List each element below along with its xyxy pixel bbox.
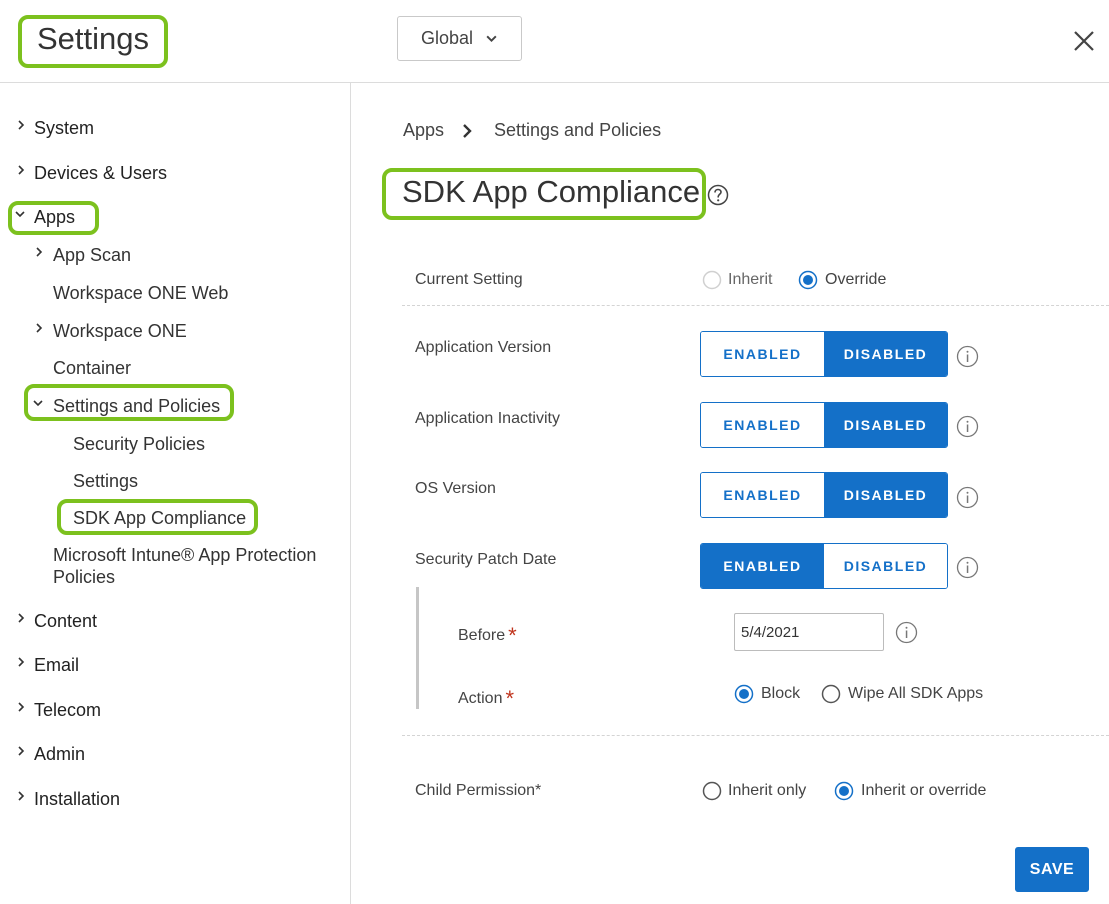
chevron-right-icon — [18, 746, 25, 756]
before-date-input[interactable] — [734, 613, 884, 651]
radio-override[interactable] — [798, 270, 818, 290]
enabled-option[interactable]: ENABLED — [701, 403, 824, 447]
header-bar: Settings Global — [0, 0, 1109, 83]
disabled-option[interactable]: DISABLED — [824, 332, 947, 376]
radio-block-label: Block — [761, 685, 801, 702]
sidebar-item-app-scan[interactable]: App Scan — [53, 244, 131, 266]
sidebar-item-devices-users[interactable]: Devices & Users — [34, 162, 167, 184]
os-version-toggle: ENABLED DISABLED — [700, 472, 948, 518]
security-patch-date-label: Security Patch Date — [415, 551, 557, 568]
sidebar-item-label: Policies — [53, 567, 116, 587]
scope-dropdown[interactable]: Global — [397, 16, 522, 61]
breadcrumb-apps[interactable]: Apps — [403, 120, 444, 141]
sidebar-item-label: Microsoft Intune® App Protection — [53, 545, 317, 565]
sub-setting-rail — [416, 587, 419, 709]
sidebar-item-apps[interactable]: Apps — [34, 206, 75, 228]
info-icon[interactable] — [956, 556, 979, 579]
chevron-right-icon — [18, 165, 25, 175]
sidebar-item-settings[interactable]: Settings — [73, 470, 138, 492]
disabled-option[interactable]: DISABLED — [824, 473, 947, 517]
current-setting-label: Current Setting — [415, 271, 523, 288]
chevron-down-icon — [33, 400, 43, 407]
sidebar: System Devices & Users Apps App Scan Wor… — [0, 83, 351, 904]
help-icon[interactable] — [707, 184, 729, 206]
chevron-right-icon — [36, 247, 43, 257]
os-version-label: OS Version — [415, 480, 496, 497]
sidebar-item-telecom[interactable]: Telecom — [34, 699, 101, 721]
chevron-right-icon — [18, 120, 25, 130]
section-divider — [402, 305, 1109, 306]
info-icon[interactable] — [956, 345, 979, 368]
required-marker: * — [505, 686, 515, 711]
before-label-text: Before — [458, 627, 506, 644]
save-button[interactable]: SAVE — [1015, 847, 1089, 892]
radio-wipe-all-sdk-apps-label: Wipe All SDK Apps — [848, 685, 984, 702]
radio-inherit-only[interactable] — [702, 781, 722, 801]
radio-override-label: Override — [825, 271, 887, 288]
chevron-right-icon — [18, 791, 25, 801]
sidebar-item-content[interactable]: Content — [34, 610, 97, 632]
chevron-right-icon — [18, 702, 25, 712]
sidebar-item-security-policies[interactable]: Security Policies — [73, 433, 205, 455]
sidebar-item-workspace-one-web[interactable]: Workspace ONE Web — [53, 282, 228, 304]
sidebar-item-intune-app-protection[interactable]: Microsoft Intune® App Protection Policie… — [53, 544, 316, 588]
radio-inherit-or-override-label: Inherit or override — [861, 782, 987, 799]
scope-value: Global — [420, 28, 474, 48]
radio-inherit-only-label: Inherit only — [728, 782, 807, 799]
page-title: SDK App Compliance — [402, 174, 701, 209]
enabled-option[interactable]: ENABLED — [701, 332, 824, 376]
radio-inherit[interactable] — [702, 270, 722, 290]
disabled-option[interactable]: DISABLED — [824, 544, 947, 588]
enabled-option[interactable]: ENABLED — [701, 544, 824, 588]
sidebar-item-admin[interactable]: Admin — [34, 743, 85, 765]
application-inactivity-label: Application Inactivity — [415, 410, 560, 427]
application-version-toggle: ENABLED DISABLED — [700, 331, 948, 377]
application-inactivity-toggle: ENABLED DISABLED — [700, 402, 948, 448]
chevron-right-icon — [18, 613, 25, 623]
sidebar-item-sdk-app-compliance[interactable]: SDK App Compliance — [73, 507, 246, 529]
disabled-option[interactable]: DISABLED — [824, 403, 947, 447]
sidebar-item-container[interactable]: Container — [53, 357, 131, 379]
required-marker: * — [508, 623, 517, 648]
enabled-option[interactable]: ENABLED — [701, 473, 824, 517]
application-version-label: Application Version — [415, 339, 552, 356]
sidebar-item-email[interactable]: Email — [34, 654, 79, 676]
sidebar-item-system[interactable]: System — [34, 117, 94, 139]
info-icon[interactable] — [956, 415, 979, 438]
section-divider — [402, 735, 1109, 736]
security-patch-date-toggle: ENABLED DISABLED — [700, 543, 948, 589]
chevron-down-icon — [486, 35, 497, 43]
chevron-down-icon — [15, 211, 25, 218]
chevron-right-icon — [36, 323, 43, 333]
action-label-text: Action — [458, 690, 503, 707]
child-permission-label: Child Permission* — [415, 782, 542, 799]
radio-inherit-label: Inherit — [728, 271, 773, 288]
chevron-right-icon — [18, 657, 25, 667]
info-icon[interactable] — [956, 486, 979, 509]
info-icon[interactable] — [895, 621, 918, 644]
sidebar-item-workspace-one[interactable]: Workspace ONE — [53, 320, 187, 342]
radio-wipe-all-sdk-apps[interactable] — [821, 684, 841, 704]
app-title: Settings — [37, 21, 150, 56]
action-label: Action * — [458, 683, 515, 711]
before-label: Before * — [458, 620, 517, 648]
chevron-right-icon — [463, 124, 472, 138]
close-icon[interactable] — [1072, 29, 1096, 53]
breadcrumb-settings-and-policies[interactable]: Settings and Policies — [494, 120, 661, 141]
radio-inherit-or-override[interactable] — [834, 781, 854, 801]
sidebar-item-installation[interactable]: Installation — [34, 788, 120, 810]
sidebar-item-settings-and-policies[interactable]: Settings and Policies — [53, 395, 220, 417]
radio-block[interactable] — [734, 684, 754, 704]
